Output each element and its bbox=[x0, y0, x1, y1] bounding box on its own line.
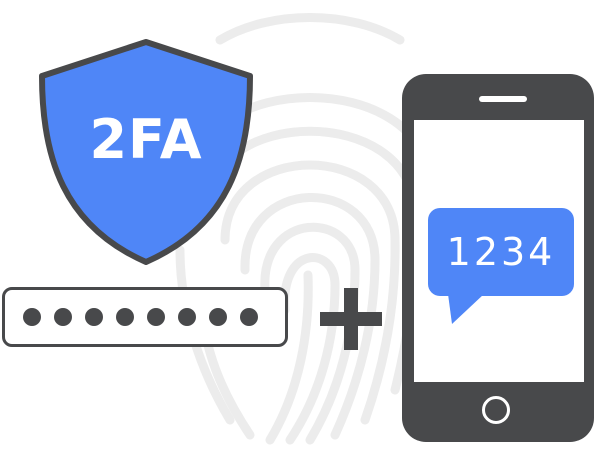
two-factor-illustration: 2FA 1234 bbox=[0, 0, 600, 456]
password-dot bbox=[240, 308, 258, 326]
password-dot bbox=[23, 308, 41, 326]
plus-bar-vertical bbox=[344, 288, 358, 350]
password-field bbox=[2, 287, 288, 347]
phone-home-button bbox=[482, 396, 510, 424]
password-dot bbox=[209, 308, 227, 326]
shield-label: 2FA bbox=[89, 108, 203, 171]
plus-icon bbox=[320, 288, 382, 350]
password-dot bbox=[54, 308, 72, 326]
password-dot bbox=[85, 308, 103, 326]
password-dot bbox=[147, 308, 165, 326]
password-dot bbox=[178, 308, 196, 326]
verification-code: 1234 bbox=[446, 230, 556, 274]
password-dot bbox=[116, 308, 134, 326]
message-bubble-tail bbox=[448, 294, 484, 324]
phone-speaker bbox=[479, 96, 527, 102]
